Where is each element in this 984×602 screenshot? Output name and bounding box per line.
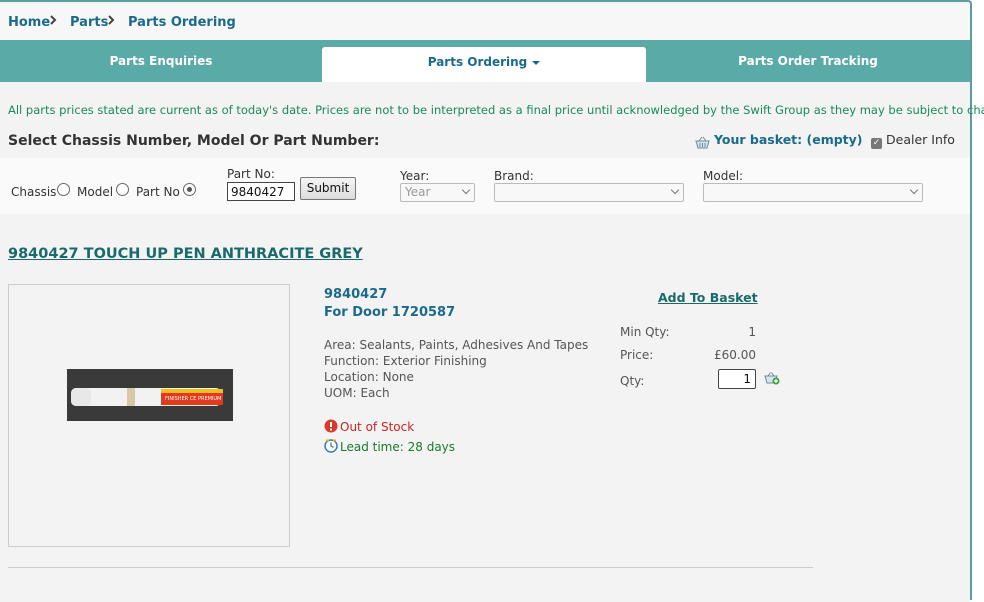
model-select[interactable] bbox=[703, 183, 923, 202]
product-for-door: For Door 1720587 bbox=[324, 305, 456, 320]
dealer-info-toggle[interactable]: ✓ Dealer Info bbox=[871, 132, 955, 149]
price-notice: All parts prices stated are current as o… bbox=[8, 103, 984, 117]
model-radio[interactable] bbox=[116, 183, 129, 196]
tab-label: Parts Enquiries bbox=[109, 54, 213, 68]
breadcrumb-current[interactable]: Parts Ordering bbox=[128, 15, 236, 30]
product-image-frame[interactable]: FINISHER CE PREMIUM bbox=[8, 284, 290, 547]
tab-label: Parts Ordering bbox=[427, 55, 528, 69]
main-content: All parts prices stated are current as o… bbox=[0, 82, 984, 602]
year-label: Year: bbox=[400, 169, 430, 183]
chevron-right-icon bbox=[107, 14, 115, 30]
select-heading: Select Chassis Number, Model Or Part Num… bbox=[8, 133, 380, 149]
basket-link[interactable]: Your basket: (empty) bbox=[714, 132, 863, 147]
stock-status-text: Out of Stock bbox=[340, 420, 415, 434]
lead-time: Lead time: 28 days bbox=[324, 439, 455, 456]
tab-bar: Parts Enquiries Parts Ordering Parts Ord… bbox=[0, 40, 970, 82]
tab-parts-order-tracking[interactable]: Parts Order Tracking bbox=[646, 40, 970, 82]
section-divider bbox=[8, 567, 813, 568]
model-label: Model bbox=[77, 185, 114, 199]
min-qty-value: 1 bbox=[748, 325, 756, 339]
partno-input[interactable] bbox=[227, 182, 295, 201]
lead-time-text: Lead time: 28 days bbox=[340, 440, 456, 454]
add-basket-icon[interactable] bbox=[764, 371, 780, 390]
chevron-down-icon bbox=[909, 185, 919, 195]
partno-radio[interactable] bbox=[183, 183, 196, 196]
tab-parts-enquiries[interactable]: Parts Enquiries bbox=[0, 40, 322, 82]
partno-field-label: Part No: bbox=[227, 167, 275, 181]
year-select-value: Year bbox=[405, 185, 431, 199]
tab-label: Parts Order Tracking bbox=[738, 54, 878, 68]
chevron-down-icon bbox=[461, 185, 471, 195]
price-value: £60.00 bbox=[714, 348, 756, 362]
add-to-basket-link[interactable]: Add To Basket bbox=[658, 290, 758, 305]
qty-label: Qty: bbox=[620, 374, 645, 388]
partno-radio-label: Part No bbox=[136, 185, 180, 199]
product-image: FINISHER CE PREMIUM bbox=[67, 369, 233, 421]
pen-label-text: FINISHER CE PREMIUM bbox=[165, 396, 221, 402]
product-part-number: 9840427 bbox=[324, 287, 388, 302]
product-uom: UOM: Each bbox=[324, 386, 390, 400]
caret-down-icon bbox=[532, 60, 541, 65]
price-label: Price: bbox=[620, 348, 654, 362]
chevron-right-icon bbox=[49, 14, 57, 30]
min-qty-label: Min Qty: bbox=[620, 325, 670, 339]
product-title-link[interactable]: 9840427 TOUCH UP PEN ANTHRACITE GREY bbox=[8, 246, 363, 262]
page-frame: Home Parts Parts Ordering Parts Enquirie… bbox=[0, 0, 984, 602]
brand-select[interactable] bbox=[494, 183, 684, 202]
checkbox-icon[interactable]: ✓ bbox=[871, 138, 882, 149]
stock-status: Out of Stock bbox=[324, 419, 414, 436]
clock-icon bbox=[324, 439, 338, 456]
chevron-down-icon bbox=[670, 185, 680, 195]
tab-parts-ordering[interactable]: Parts Ordering bbox=[322, 47, 646, 82]
product-location: Location: None bbox=[324, 370, 414, 384]
error-icon bbox=[324, 419, 338, 436]
submit-button[interactable]: Submit bbox=[300, 177, 356, 200]
product-area: Area: Sealants, Paints, Adhesives And Ta… bbox=[324, 338, 589, 352]
qty-input[interactable] bbox=[718, 369, 756, 389]
chassis-label: Chassis bbox=[11, 185, 57, 199]
breadcrumb: Home Parts Parts Ordering bbox=[0, 4, 970, 40]
dealer-info-label: Dealer Info bbox=[886, 132, 955, 147]
brand-label: Brand: bbox=[494, 169, 534, 183]
breadcrumb-home-link[interactable]: Home bbox=[8, 15, 50, 30]
model-select-label: Model: bbox=[703, 169, 744, 183]
basket-icon[interactable] bbox=[695, 134, 710, 153]
product-function: Function: Exterior Finishing bbox=[324, 354, 487, 368]
chassis-radio[interactable] bbox=[57, 183, 70, 196]
year-select[interactable]: Year bbox=[400, 183, 475, 202]
breadcrumb-parts-link[interactable]: Parts bbox=[70, 15, 108, 30]
